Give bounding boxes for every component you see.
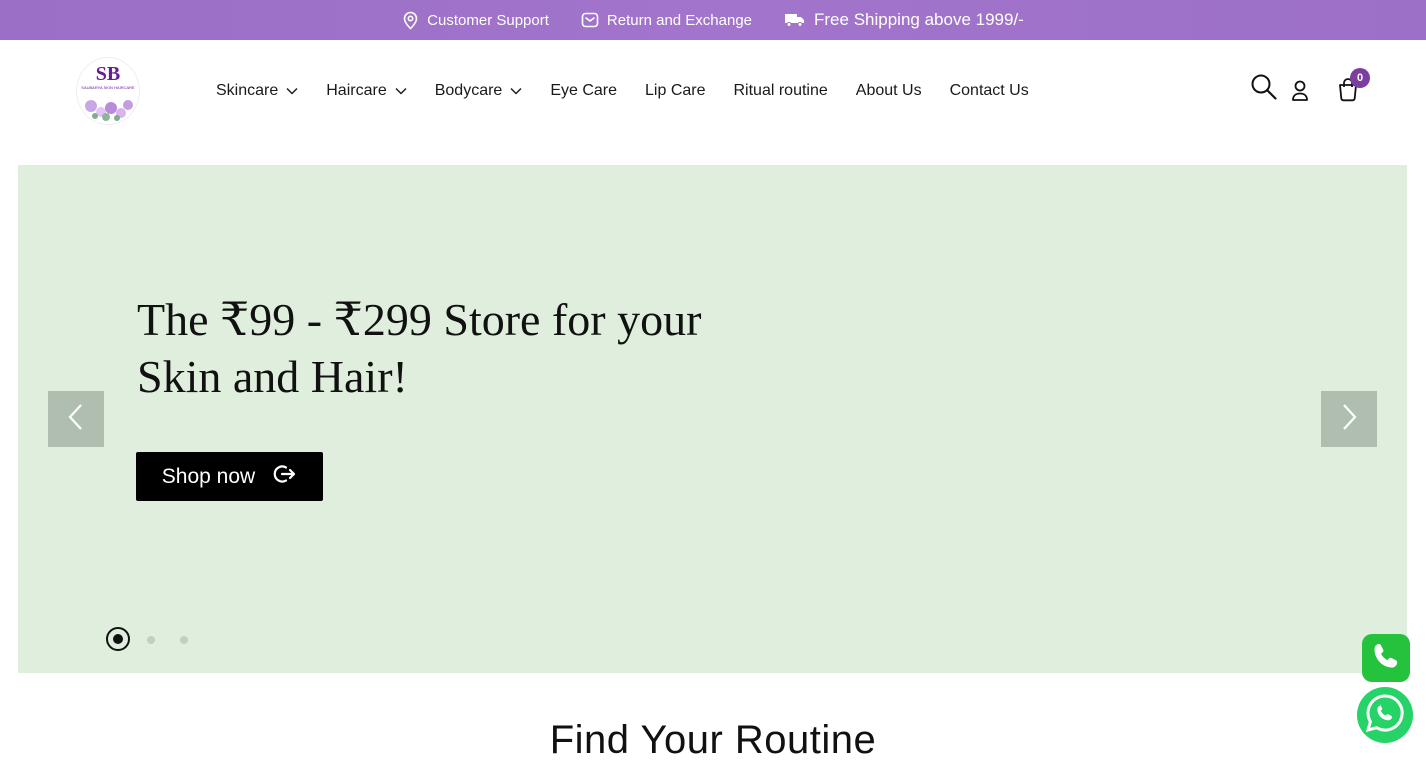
chevron-left-icon <box>67 403 85 436</box>
phone-icon <box>1371 641 1401 676</box>
return-exchange-link[interactable]: Return and Exchange <box>581 12 752 29</box>
user-icon[interactable] <box>1290 79 1310 108</box>
call-button[interactable] <box>1362 634 1410 682</box>
nav-skincare[interactable]: Skincare <box>216 82 298 100</box>
nav-lip-care[interactable]: Lip Care <box>645 82 705 100</box>
brand-logo[interactable]: SB SAUBARYA SKIN HAIRCARE <box>76 57 140 125</box>
whatsapp-icon <box>1364 692 1406 739</box>
whatsapp-button[interactable] <box>1357 687 1413 743</box>
nav-contact-us[interactable]: Contact Us <box>950 82 1029 100</box>
nav-skincare-label: Skincare <box>216 82 279 99</box>
customer-support-label: Customer Support <box>427 11 549 29</box>
logo-flowers-graphic <box>85 100 133 121</box>
slider-dot-3[interactable] <box>180 636 188 644</box>
logo-brand-name: SAUBARYA SKIN HAIRCARE <box>81 85 135 90</box>
hero-slider: The ₹99 - ₹299 Store for your Skin and H… <box>18 165 1407 673</box>
search-icon[interactable] <box>1250 73 1278 106</box>
nav-eye-care[interactable]: Eye Care <box>550 82 617 100</box>
truck-icon <box>784 12 806 28</box>
chevron-down-icon <box>510 87 522 95</box>
slider-prev-button[interactable] <box>48 391 104 447</box>
main-navigation: Skincare Haircare Bodycare Eye Care Lip … <box>216 80 1029 102</box>
nav-ritual-routine[interactable]: Ritual routine <box>734 82 828 100</box>
hero-title-line-1: The ₹99 - ₹299 Store for your <box>137 294 702 345</box>
slider-next-button[interactable] <box>1321 391 1377 447</box>
mail-icon <box>581 12 599 28</box>
nav-eye-care-label: Eye Care <box>550 82 618 99</box>
hero-title-line-2: Skin and Hair! <box>137 351 408 402</box>
site-header: SB SAUBARYA SKIN HAIRCARE Skincare Hairc… <box>0 40 1426 142</box>
announcement-bar: Customer Support Return and Exchange Fre… <box>0 0 1426 40</box>
customer-support-link[interactable]: Customer Support <box>402 11 549 30</box>
arrow-exit-icon <box>273 463 297 491</box>
return-exchange-label: Return and Exchange <box>606 11 753 29</box>
section-title: Find Your Routine <box>549 718 877 762</box>
free-shipping-notice: Free Shipping above 1999/- <box>784 10 1024 30</box>
chevron-right-icon <box>1340 403 1358 436</box>
chevron-down-icon <box>286 87 298 95</box>
logo-mark: SB <box>95 63 121 85</box>
slider-dot-2[interactable] <box>147 636 155 644</box>
nav-haircare-label: Haircare <box>326 82 387 99</box>
slider-dot-1[interactable] <box>106 627 130 651</box>
nav-contact-us-label: Contact Us <box>949 82 1029 99</box>
nav-about-us[interactable]: About Us <box>856 82 922 100</box>
nav-about-us-label: About Us <box>855 82 922 99</box>
location-pin-icon <box>402 11 419 30</box>
nav-ritual-routine-label: Ritual routine <box>733 82 828 99</box>
cart-count-badge: 0 <box>1350 68 1370 88</box>
shop-now-label: Shop now <box>161 464 256 488</box>
nav-bodycare-label: Bodycare <box>434 82 503 99</box>
chevron-down-icon <box>395 87 407 95</box>
shop-now-button[interactable]: Shop now <box>136 452 323 501</box>
hero-title: The ₹99 - ₹299 Store for your Skin and H… <box>137 291 757 405</box>
nav-bodycare[interactable]: Bodycare <box>435 82 523 100</box>
nav-haircare[interactable]: Haircare <box>326 82 407 100</box>
free-shipping-label: Free Shipping above 1999/- <box>814 10 1024 29</box>
nav-lip-care-label: Lip Care <box>645 82 706 99</box>
